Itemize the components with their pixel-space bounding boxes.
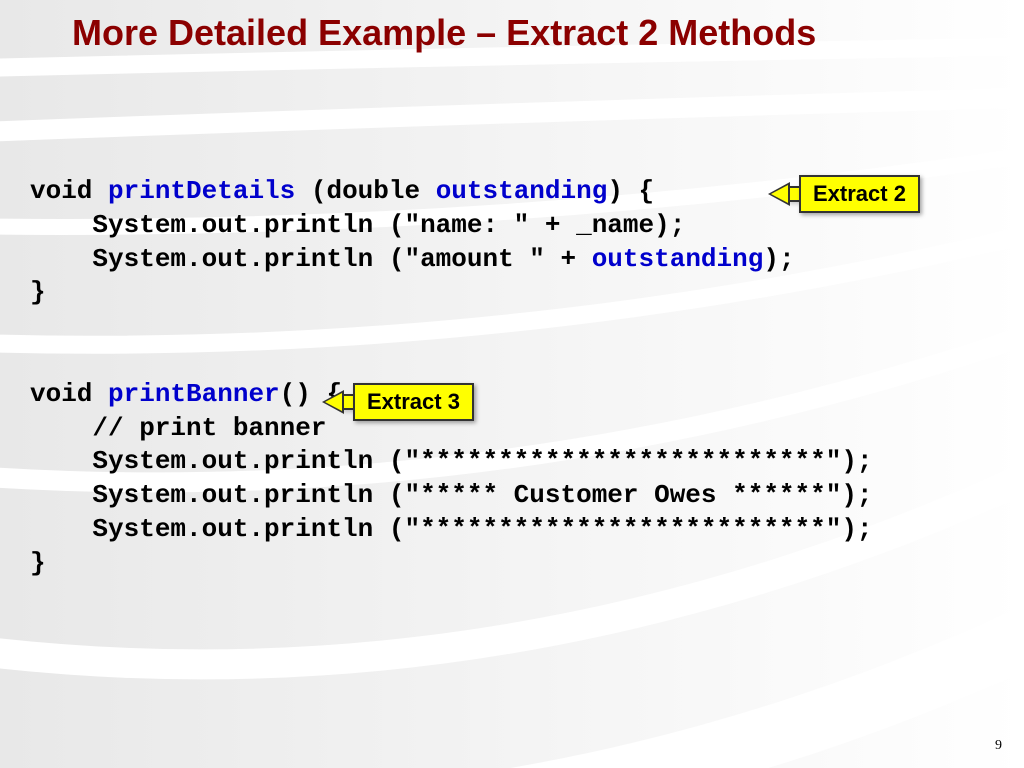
method-name: printBanner	[108, 379, 280, 409]
code-line: System.out.println ("***** Customer Owes…	[30, 480, 873, 510]
code-line: }	[30, 548, 46, 578]
code-line: System.out.println ("name: " + _name);	[30, 210, 685, 240]
slide-title: More Detailed Example – Extract 2 Method…	[72, 12, 984, 54]
callout-extract-3: Extract 3	[322, 384, 474, 420]
callout-label: Extract 2	[799, 175, 920, 213]
code-line: System.out.println ("*******************…	[30, 446, 873, 476]
code-text: ) {	[607, 176, 654, 206]
method-name: printDetails	[108, 176, 311, 206]
arrow-left-icon	[768, 182, 790, 206]
code-line: // print banner	[30, 413, 326, 443]
arrow-left-icon	[322, 390, 344, 414]
code-line: }	[30, 277, 46, 307]
param-name: outstanding	[436, 176, 608, 206]
code-text: System.out.println ("amount " +	[30, 244, 592, 274]
code-text: void	[30, 176, 108, 206]
code-text: (double	[311, 176, 436, 206]
code-text: );	[763, 244, 794, 274]
callout-label: Extract 3	[353, 383, 474, 421]
slide: More Detailed Example – Extract 2 Method…	[0, 0, 1024, 768]
code-line: System.out.println ("*******************…	[30, 514, 873, 544]
code-text: void	[30, 379, 108, 409]
code-block: void printDetails (double outstanding) {…	[30, 175, 873, 581]
var-ref: outstanding	[592, 244, 764, 274]
page-number: 9	[995, 738, 1002, 754]
callout-extract-2: Extract 2	[768, 176, 920, 212]
